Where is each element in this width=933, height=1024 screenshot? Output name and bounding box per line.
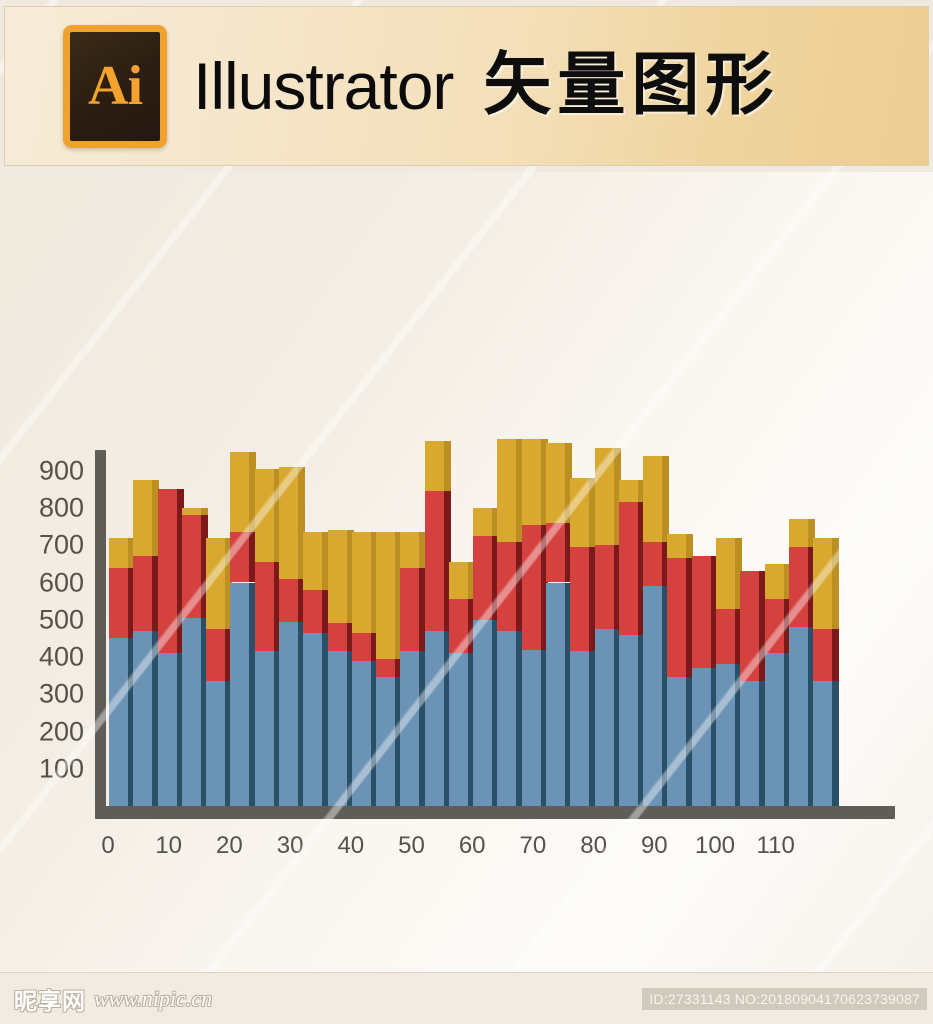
page-root: Ai Illustrator 矢量图形 900 800 700 600 500 400 30…: [0, 0, 933, 1024]
stacked-bar-chart: 900 800 700 600 500 400 300 200 100 0 10 20 30 40 50 6…: [0, 172, 933, 972]
x-tick-label: 20: [216, 832, 243, 859]
x-tick-label: 30: [276, 832, 304, 859]
x-tick-label: 80: [580, 832, 607, 859]
header-banner: Ai Illustrator 矢量图形: [4, 6, 929, 166]
watermark-site-name: 昵享网: [14, 988, 86, 1015]
footer-watermark-bar: 昵享网 www.nipic.cn ID:27331143 NO:20180904…: [0, 972, 933, 1024]
watermark-site-url: www.nipic.cn: [94, 985, 213, 1011]
x-tick-label: 90: [640, 832, 668, 859]
x-tick-label: 50: [398, 832, 425, 859]
brand-title: Illustrator: [193, 49, 454, 123]
x-tick-label: 110: [756, 832, 795, 859]
x-tick-label: 70: [519, 832, 547, 859]
x-tick-label: 40: [337, 832, 365, 859]
x-tick-label: 0: [101, 832, 115, 859]
chinese-title: 矢量图形: [483, 46, 780, 125]
illustrator-logo-icon: Ai: [63, 24, 167, 148]
illustrator-logo-glyph: Ai: [88, 55, 143, 117]
x-tick-label: 60: [458, 832, 486, 859]
watermark-logo: 昵享网 www.nipic.cn: [14, 982, 212, 1016]
chart-canvas: 900 800 700 600 500 400 300 200 100 0 10 20 30 40 50 6…: [0, 172, 933, 972]
x-tick-label: 10: [155, 832, 183, 859]
watermark-id-text: ID:27331143 NO:20180904170623739087: [642, 987, 927, 1010]
x-tick-label: 100: [694, 832, 736, 859]
x-axis-tick-labels: 0 10 20 30 40 50 60 70 80 90 100 110: [0, 172, 933, 972]
